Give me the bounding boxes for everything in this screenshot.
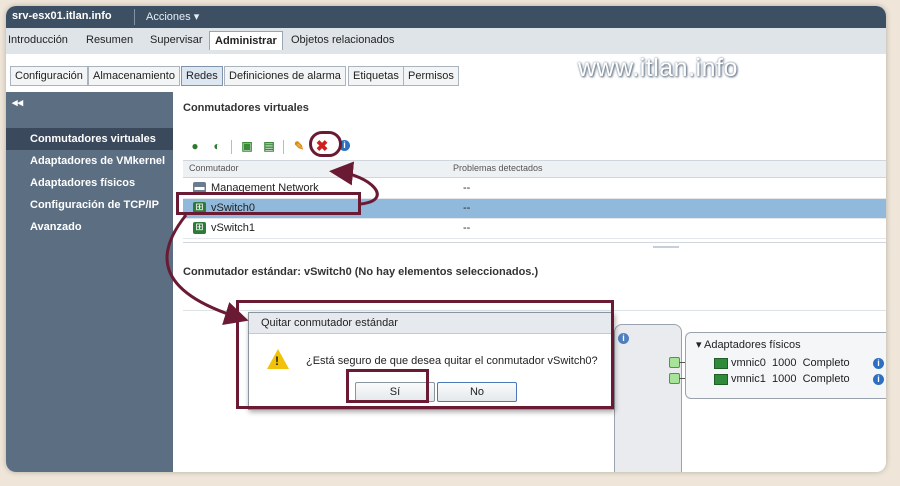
toolbar-divider [231, 140, 232, 154]
nic-speed: 1000 [771, 373, 797, 385]
table-row[interactable]: ⊞ vSwitch1 -- [183, 219, 886, 239]
sidebar-item-conmutadores[interactable]: Conmutadores virtuales [6, 128, 173, 150]
subtab-redes[interactable]: Redes [181, 66, 223, 86]
nic-name: vmnic1 [731, 373, 766, 385]
switch-name: Management Network [211, 182, 319, 194]
port-group-icon[interactable]: i [618, 333, 629, 344]
tab-supervisar[interactable]: Supervisar [150, 34, 203, 46]
switch-problems: -- [463, 222, 471, 234]
sidebar: ◂◂ Conmutadores virtuales Adaptadores de… [6, 92, 173, 472]
info-icon[interactable]: i [337, 138, 353, 154]
nic-info-icon[interactable]: i [873, 358, 884, 369]
column-conmutador[interactable]: Conmutador [189, 163, 239, 173]
tab-administrar[interactable]: Administrar [209, 31, 283, 50]
nic-item[interactable]: vmnic1 1000 Completo [714, 373, 850, 385]
table-row[interactable]: ⊞ vSwitch0 -- [183, 199, 886, 219]
divider [183, 310, 886, 311]
no-button[interactable]: No [437, 382, 517, 402]
yes-button[interactable]: Sí [355, 382, 435, 402]
toolbar-divider [283, 140, 284, 154]
nic-duplex: Completo [802, 357, 850, 369]
sidebar-item-adaptadores-fisicos[interactable]: Adaptadores físicos [6, 172, 173, 194]
main-pane: Conmutadores virtuales ● ◐ ▣ ▤ ✎ ✖ i Con… [173, 92, 886, 472]
edit-icon[interactable]: ✎ [291, 138, 307, 154]
physical-adapters-panel: ▾ Adaptadores físicos vmnic0 1000 Comple… [685, 332, 886, 399]
vswitch-icon: ⊞ [193, 222, 206, 234]
host-name: srv-esx01.itlan.info [12, 10, 112, 22]
migrate-adapter-icon[interactable]: ◐ [209, 138, 225, 154]
subtab-etiquetas[interactable]: Etiquetas [348, 66, 404, 86]
nic-info-icon[interactable]: i [873, 374, 884, 385]
nic-icon [714, 373, 728, 385]
main-tabs: Introducción Resumen Supervisar Administ… [6, 28, 886, 55]
subtab-definiciones-alarma[interactable]: Definiciones de alarma [224, 66, 346, 86]
switch-name: vSwitch1 [211, 222, 256, 234]
switch-name: vSwitch0 [211, 202, 256, 214]
table-header: Conmutador Problemas detectados [183, 160, 886, 178]
warning-mark: ! [275, 354, 279, 368]
tab-introduccion[interactable]: Introducción [8, 34, 68, 46]
switch-problems: -- [463, 182, 471, 194]
nic-duplex: Completo [802, 373, 850, 385]
remove-switch-dialog: Quitar conmutador estándar ! ¿Está segur… [248, 312, 614, 410]
physical-adapters-title: ▾ Adaptadores físicos [696, 339, 801, 351]
nic-icon [714, 357, 728, 369]
manage-adapters-icon[interactable]: ▣ [239, 138, 255, 154]
splitter-handle[interactable] [653, 246, 679, 248]
subtab-almacenamiento[interactable]: Almacenamiento [88, 66, 180, 86]
dialog-title-bar: Quitar conmutador estándar [249, 313, 613, 334]
network-icon: ▬ [193, 182, 206, 194]
divider [183, 242, 886, 243]
switch-problems: -- [463, 202, 471, 214]
sub-tabs: Configuración Almacenamiento Redes Defin… [6, 54, 886, 92]
dialog-message: ¿Está seguro de que desea quitar el conm… [306, 355, 598, 367]
table-row[interactable]: ▬ Management Network -- [183, 179, 886, 199]
sidebar-item-avanzado[interactable]: Avanzado [6, 216, 173, 238]
tab-resumen[interactable]: Resumen [86, 34, 133, 46]
port-group-panel: i [614, 324, 682, 472]
browser-frame: srv-esx01.itlan.info Acciones ▾ Introduc… [6, 6, 886, 472]
sidebar-item-tcpip[interactable]: Configuración de TCP/IP [6, 194, 173, 216]
collapse-icon[interactable]: ◂◂ [12, 96, 23, 109]
sidebar-item-vmkernel[interactable]: Adaptadores de VMkernel [6, 150, 173, 172]
edit-ports-icon[interactable]: ▤ [261, 138, 277, 154]
switch-status-text: Conmutador estándar: vSwitch0 (No hay el… [183, 266, 539, 278]
column-problemas[interactable]: Problemas detectados [453, 163, 543, 173]
vswitch-icon: ⊞ [193, 202, 206, 214]
add-network-icon[interactable]: ● [187, 138, 203, 154]
tab-objetos-relacionados[interactable]: Objetos relacionados [291, 34, 394, 46]
nic-item[interactable]: vmnic0 1000 Completo [714, 357, 850, 369]
title-divider [134, 9, 135, 25]
remove-icon[interactable]: ✖ [314, 138, 330, 155]
page-title: Conmutadores virtuales [183, 102, 309, 114]
subtab-configuracion[interactable]: Configuración [10, 66, 88, 86]
subtab-permisos[interactable]: Permisos [403, 66, 459, 86]
nic-name: vmnic0 [731, 357, 766, 369]
dialog-title: Quitar conmutador estándar [261, 317, 398, 329]
actions-menu[interactable]: Acciones ▾ [146, 10, 199, 23]
watermark-text: www.itlan.info [578, 54, 738, 82]
nic-speed: 1000 [771, 357, 797, 369]
host-title-bar: srv-esx01.itlan.info Acciones ▾ [6, 6, 886, 28]
